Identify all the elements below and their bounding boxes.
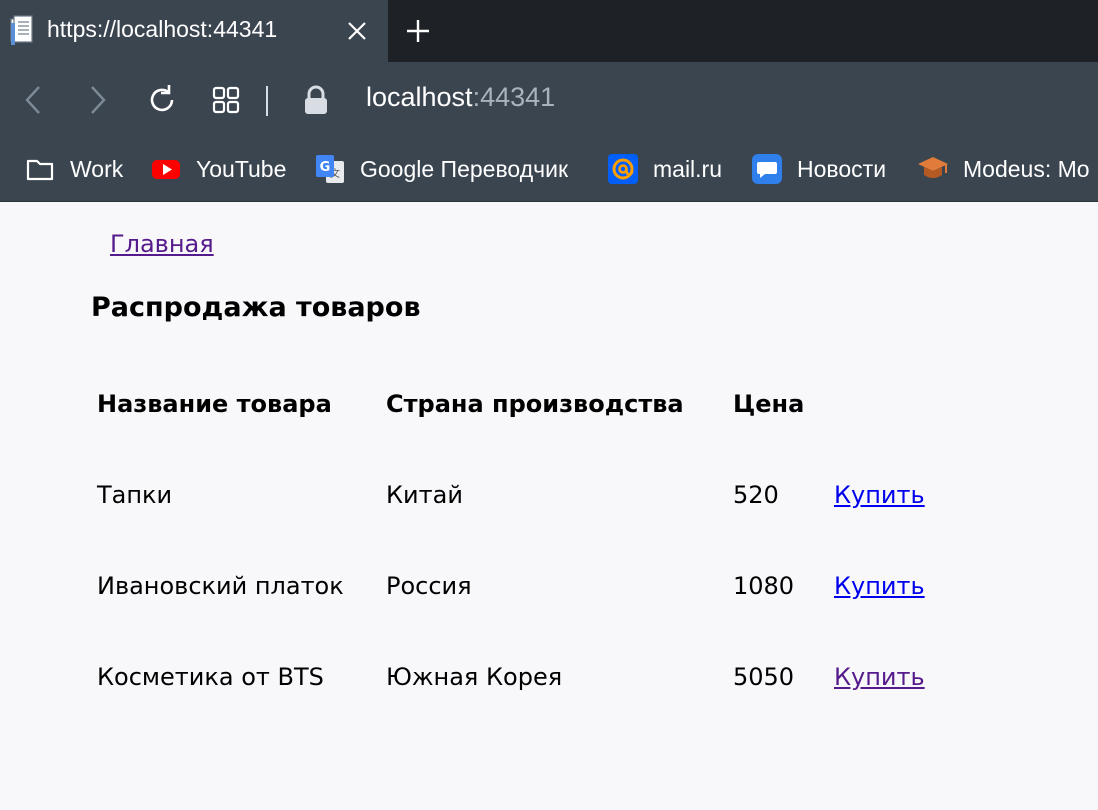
table-header-price: Цена <box>733 390 805 418</box>
lock-icon[interactable] <box>301 84 331 116</box>
page-favicon-icon <box>10 15 33 45</box>
back-arrow-icon[interactable] <box>16 82 52 118</box>
graduation-cap-icon <box>918 157 948 178</box>
bookmark-label: mail.ru <box>653 155 723 182</box>
bookmark-youtube[interactable]: YouTube <box>150 151 286 187</box>
home-link[interactable]: Главная <box>110 230 214 258</box>
close-tab-icon[interactable] <box>344 18 370 44</box>
product-country: Китай <box>386 481 463 509</box>
forward-arrow-icon[interactable] <box>80 82 116 118</box>
table-header-country: Страна производства <box>386 390 684 418</box>
tab-title: https://localhost:44341 <box>47 16 278 42</box>
svg-text:G: G <box>320 160 331 175</box>
news-chat-icon <box>752 154 782 184</box>
bookmark-mailru[interactable]: mail.ru <box>607 151 722 187</box>
reload-icon[interactable] <box>144 82 180 118</box>
bookmark-google-translate[interactable]: 文 G Google Переводчик <box>314 151 568 187</box>
bookmark-work[interactable]: Work <box>24 151 123 187</box>
product-price: 5050 <box>733 663 795 691</box>
apps-grid-icon[interactable] <box>208 82 244 118</box>
url-port: :44341 <box>472 82 556 112</box>
buy-link[interactable]: Купить <box>834 663 925 691</box>
bookmark-modeus[interactable]: Modeus: Mo <box>917 151 1090 187</box>
bookmark-label: Новости <box>797 155 887 182</box>
bookmarks-bar: Work YouTube 文 G Google Переводчик mail.… <box>0 138 1098 202</box>
bookmark-label: Modeus: Mo <box>963 155 1090 182</box>
product-name: Косметика от BTS <box>97 663 324 691</box>
buy-link[interactable]: Купить <box>834 572 925 600</box>
browser-toolbar: localhost:44341 <box>0 62 1098 138</box>
product-country: Россия <box>386 572 472 600</box>
product-country: Южная Корея <box>386 663 563 691</box>
google-translate-icon: 文 G <box>316 155 344 183</box>
bookmark-label: Google Переводчик <box>360 155 569 182</box>
table-header-name: Название товара <box>97 390 332 418</box>
page-title: Распродажа товаров <box>91 292 421 323</box>
tab-strip: https://localhost:44341 <box>0 0 1098 62</box>
product-price: 520 <box>733 481 779 509</box>
bookmark-label: Work <box>70 155 124 182</box>
folder-icon <box>26 159 54 181</box>
mailru-icon <box>608 154 638 184</box>
bookmark-novosti[interactable]: Новости <box>751 151 886 187</box>
toolbar-separator <box>266 86 268 116</box>
bookmark-label: YouTube <box>196 155 287 182</box>
product-price: 1080 <box>733 572 795 600</box>
youtube-icon <box>152 160 180 179</box>
page-content: Главная Распродажа товаров Название това… <box>0 202 1098 810</box>
product-name: Тапки <box>97 481 173 509</box>
address-bar[interactable]: localhost:44341 <box>366 82 555 113</box>
product-name: Ивановский платок <box>97 572 344 600</box>
url-host: localhost <box>366 82 473 112</box>
buy-link[interactable]: Купить <box>834 481 925 509</box>
browser-tab[interactable]: https://localhost:44341 <box>0 0 388 62</box>
new-tab-plus-icon[interactable] <box>404 16 432 46</box>
